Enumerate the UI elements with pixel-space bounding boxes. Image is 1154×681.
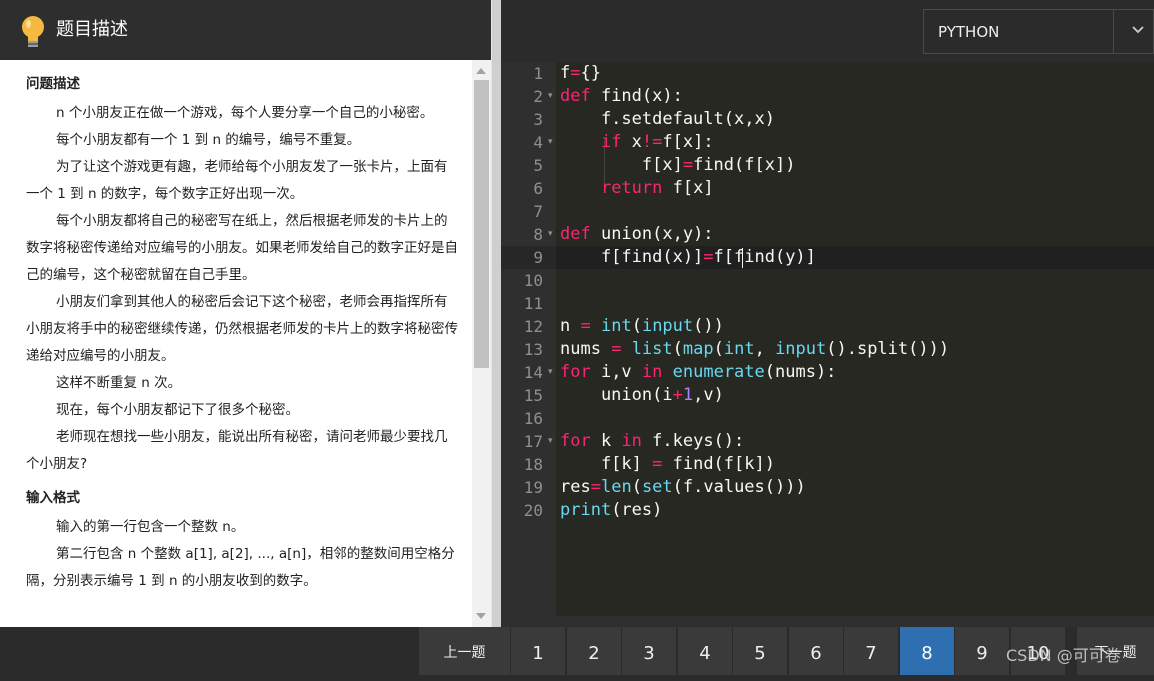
panel-splitter[interactable] xyxy=(491,0,501,627)
line-number: 3 xyxy=(533,110,543,129)
page-button-2[interactable]: 2 xyxy=(567,627,621,675)
section-heading: 输入格式 xyxy=(26,490,80,506)
code-line: f.setdefault(x,x) xyxy=(560,109,775,129)
fold-toggle-icon[interactable]: ▾ xyxy=(548,131,556,154)
line-number: 16 xyxy=(523,409,543,428)
code-line: for k in f.keys(): xyxy=(560,431,745,451)
line-number: 10 xyxy=(523,271,543,290)
page-button-6[interactable]: 6 xyxy=(789,627,843,675)
line-number: 19 xyxy=(523,478,543,497)
lightbulb-icon xyxy=(22,16,44,47)
code-editor[interactable]: f={} def find(x): f.setdefault(x,x) if x!… xyxy=(556,62,1154,616)
fold-toggle-icon[interactable]: ▾ xyxy=(548,223,556,246)
paragraph: 输入的第一行包含一个整数 n。 xyxy=(56,519,245,535)
page-button-4[interactable]: 4 xyxy=(678,627,732,675)
paragraph: 这样不断重复 n 次。 xyxy=(56,375,182,391)
fold-toggle-icon[interactable]: ▾ xyxy=(548,361,556,384)
paragraph: 每个小朋友都将自己的秘密写在纸上，然后根据老师发的卡片上的数字将秘密传递给对应编… xyxy=(26,213,458,283)
paragraph: 每个小朋友都有一个 1 到 n 的编号，编号不重复。 xyxy=(56,132,361,148)
code-line: f[x]=find(f[x]) xyxy=(560,155,796,175)
paragraph: 为了让这个游戏更有趣，老师给每个小朋友发了一张卡片，上面有一个 1 到 n 的数… xyxy=(26,159,448,202)
language-value: PYTHON xyxy=(938,23,1000,41)
vertical-scrollbar[interactable] xyxy=(472,60,491,627)
code-line: return f[x] xyxy=(600,178,714,198)
text-cursor xyxy=(742,248,743,268)
code-line: if x!=f[x]: xyxy=(600,132,714,152)
code-line: f[k] = find(f[k]) xyxy=(560,454,775,474)
section-heading: 问题描述 xyxy=(26,76,80,92)
problem-content[interactable]: 问题描述 n 个小朋友正在做一个游戏，每个人要分享一个自己的小秘密。 每个小朋友… xyxy=(0,60,472,627)
scrollbar-thumb[interactable] xyxy=(474,80,489,368)
prev-problem-button[interactable]: 上一题 xyxy=(419,627,510,675)
fold-toggle-icon[interactable]: ▾ xyxy=(548,85,556,108)
page-button-1[interactable]: 1 xyxy=(511,627,565,675)
problem-header: 题目描述 xyxy=(0,0,491,60)
line-number: 14 xyxy=(523,363,543,382)
panel-title: 题目描述 xyxy=(56,19,128,40)
code-line: n = int(input()) xyxy=(560,316,724,336)
paragraph: 第二行包含 n 个整数 a[1], a[2], ..., a[n]，相邻的整数间… xyxy=(26,546,455,589)
page-button-7[interactable]: 7 xyxy=(844,627,898,675)
language-select[interactable]: PYTHON xyxy=(923,9,1154,54)
paragraph: 现在，每个小朋友都记下了很多个秘密。 xyxy=(56,402,299,418)
line-number-gutter: 1 2 ▾ 3 4 ▾ 5 6 7 8 ▾ 9 10 11 12 13 14 ▾ 15 16 17 ▾ 18 19 20 xyxy=(501,62,556,616)
line-number: 6 xyxy=(533,179,543,198)
line-number: 1 xyxy=(533,64,543,83)
line-number: 17 xyxy=(523,432,543,451)
page-button-8[interactable]: 8 xyxy=(900,627,954,675)
page-button-3[interactable]: 3 xyxy=(622,627,676,675)
page-button-5[interactable]: 5 xyxy=(733,627,787,675)
code-line: def union(x,y): xyxy=(560,224,714,244)
code-line: print(res) xyxy=(560,500,663,520)
paragraph: 老师现在想找一些小朋友，能说出所有秘密，请问老师最少要找几个小朋友? xyxy=(26,429,448,472)
page-button-9[interactable]: 9 xyxy=(955,627,1009,675)
line-number: 13 xyxy=(523,340,543,359)
paragraph: 小朋友们拿到其他人的秘密后会记下这个秘密，老师会再指挥所有小朋友将手中的秘密继续… xyxy=(26,294,458,364)
code-line: for i,v in enumerate(nums): xyxy=(560,362,837,382)
code-line: nums = list(map(int, input().split())) xyxy=(560,339,950,359)
code-line: union(i+1,v) xyxy=(560,385,724,405)
code-line: def find(x): xyxy=(560,86,683,106)
line-number: 8 xyxy=(533,225,543,244)
code-line: res=len(set(f.values())) xyxy=(560,477,806,497)
line-number: 20 xyxy=(523,501,543,520)
line-number: 18 xyxy=(523,455,543,474)
code-line: f[find(x)]=f[find(y)] xyxy=(560,247,816,267)
line-number: 2 xyxy=(533,87,543,106)
line-number: 15 xyxy=(523,386,543,405)
line-number: 7 xyxy=(533,202,543,221)
line-number: 4 xyxy=(533,133,543,152)
line-number: 5 xyxy=(533,156,543,175)
fold-toggle-icon[interactable]: ▾ xyxy=(548,430,556,453)
line-number: 12 xyxy=(523,317,543,336)
watermark: CSDN @可可卷 xyxy=(1006,646,1121,665)
scroll-down-icon[interactable] xyxy=(476,613,486,619)
paragraph: n 个小朋友正在做一个游戏，每个人要分享一个自己的小秘密。 xyxy=(56,105,434,121)
line-number: 11 xyxy=(523,294,543,313)
scroll-up-icon[interactable] xyxy=(476,68,486,74)
problem-panel: 题目描述 问题描述 n 个小朋友正在做一个游戏，每个人要分享一个自己的小秘密。 … xyxy=(0,0,491,627)
pagination-bar: 上一题 1 2 3 4 5 6 7 8 9 10 下一题 xyxy=(0,627,1154,675)
chevron-down-icon[interactable] xyxy=(1130,22,1146,38)
code-line: f={} xyxy=(560,63,601,83)
line-number: 9 xyxy=(533,248,543,267)
